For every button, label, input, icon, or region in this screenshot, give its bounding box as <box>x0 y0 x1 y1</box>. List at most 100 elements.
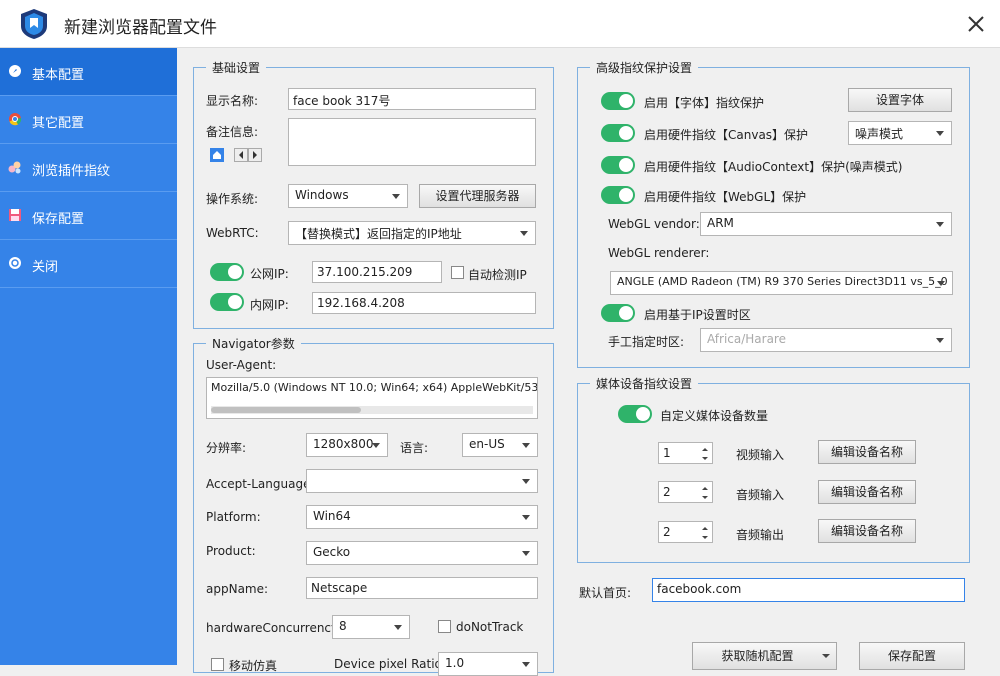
user-agent-input[interactable]: Mozilla/5.0 (Windows NT 10.0; Win64; x64… <box>206 377 538 419</box>
sidebar-item-label: 保存配置 <box>32 212 85 227</box>
scrollbar-thumb[interactable] <box>211 407 361 413</box>
group-legend: 媒体设备指纹设置 <box>590 375 699 392</box>
mobile-emulation-label: 移动仿真 <box>229 659 278 673</box>
do-not-track-checkbox[interactable] <box>438 620 451 633</box>
lan-ip-label: 内网IP: <box>250 298 289 312</box>
os-label: 操作系统: <box>206 192 259 206</box>
public-ip-toggle[interactable] <box>210 263 244 281</box>
audio-input-label: 音频输入 <box>736 488 785 502</box>
sidebar-item-plugin-fingerprint[interactable]: 浏览插件指纹 <box>0 144 177 192</box>
font-protection-label: 启用【字体】指纹保护 <box>644 96 765 110</box>
sidebar-item-label: 基本配置 <box>32 68 85 83</box>
audio-output-stepper[interactable]: 2 <box>658 521 713 543</box>
chevron-down-icon[interactable] <box>700 454 710 463</box>
hardware-concurrency-label: hardwareConcurrency: <box>206 621 342 635</box>
accept-language-select[interactable] <box>306 469 538 493</box>
display-name-label: 显示名称: <box>206 94 259 108</box>
language-select[interactable]: en-US <box>462 433 538 457</box>
navigator-group: Navigator参数 User-Agent: Mozilla/5.0 (Win… <box>193 335 554 676</box>
sidebar-item-label: 其它配置 <box>32 116 85 131</box>
audio-output-label: 音频输出 <box>736 528 785 542</box>
homepage-input[interactable]: facebook.com <box>652 578 965 602</box>
lan-ip-input[interactable]: 192.168.4.208 <box>312 292 536 314</box>
appname-label: appName: <box>206 582 269 596</box>
appname-input[interactable]: Netscape <box>306 577 538 599</box>
chevron-up-icon[interactable] <box>700 484 710 493</box>
save-config-button[interactable]: 保存配置 <box>859 642 965 670</box>
lan-ip-toggle[interactable] <box>210 293 244 311</box>
video-input-label: 视频输入 <box>736 448 785 462</box>
close-icon[interactable] <box>962 10 990 38</box>
sidebar-item-basic[interactable]: 基本配置 <box>0 48 177 96</box>
chrome-icon <box>9 113 22 126</box>
resolution-select[interactable]: 1280x800 <box>306 433 388 457</box>
product-label: Product: <box>206 544 256 558</box>
auto-detect-ip-label: 自动检测IP <box>468 268 527 282</box>
proxy-settings-button[interactable]: 设置代理服务器 <box>419 184 536 208</box>
auto-detect-ip-checkbox[interactable] <box>451 266 464 279</box>
webgl-renderer-label: WebGL renderer: <box>608 246 710 260</box>
sidebar-item-save[interactable]: 保存配置 <box>0 192 177 240</box>
product-select[interactable]: Gecko <box>306 541 538 565</box>
edit-video-input-button[interactable]: 编辑设备名称 <box>818 440 916 464</box>
public-ip-label: 公网IP: <box>250 267 289 281</box>
device-pixel-ratio-select[interactable]: 1.0 <box>438 652 538 676</box>
chevron-down-icon[interactable] <box>700 533 710 542</box>
device-pixel-ratio-label: Device pixel Ratio: <box>334 657 446 671</box>
display-name-input[interactable]: face book 317号 <box>288 88 536 110</box>
app-logo-icon <box>21 9 47 39</box>
scrollbar-track[interactable] <box>211 406 533 414</box>
audio-protection-toggle[interactable] <box>601 156 635 174</box>
puzzle-icon <box>8 161 21 174</box>
dropdown-arrow-icon[interactable] <box>822 652 830 660</box>
timezone-manual-select[interactable]: Africa/Harare <box>700 328 952 352</box>
group-legend: Navigator参数 <box>206 335 301 352</box>
canvas-protection-label: 启用硬件指纹【Canvas】保护 <box>644 128 809 142</box>
group-legend: 基础设置 <box>206 59 267 76</box>
save-icon <box>9 209 21 221</box>
accept-language-label: Accept-Language: <box>206 477 315 491</box>
sidebar-item-label: 关闭 <box>32 260 59 275</box>
random-config-button[interactable]: 获取随机配置 <box>692 642 837 670</box>
user-agent-label: User-Agent: <box>206 358 277 372</box>
basic-settings-group: 基础设置 显示名称: face book 317号 备注信息: 操作系统: Wi… <box>193 59 554 329</box>
hardware-concurrency-select[interactable]: 8 <box>332 615 410 639</box>
webrtc-select[interactable]: 【替换模式】返回指定的IP地址 <box>288 221 536 245</box>
webgl-renderer-select[interactable]: ANGLE (AMD Radeon (TM) R9 370 Series Dir… <box>610 271 953 295</box>
canvas-mode-select[interactable]: 噪声模式 <box>848 121 952 145</box>
timezone-ip-toggle[interactable] <box>601 304 635 322</box>
sidebar-item-label: 浏览插件指纹 <box>32 164 111 179</box>
os-select[interactable]: Windows <box>288 184 408 208</box>
stepper-value: 1 <box>663 446 671 460</box>
sidebar-item-other[interactable]: 其它配置 <box>0 96 177 144</box>
do-not-track-label: doNotTrack <box>456 620 524 634</box>
edit-audio-output-button[interactable]: 编辑设备名称 <box>818 519 916 543</box>
chevron-up-icon[interactable] <box>700 524 710 533</box>
edit-audio-input-button[interactable]: 编辑设备名称 <box>818 480 916 504</box>
audio-input-stepper[interactable]: 2 <box>658 481 713 503</box>
webgl-protection-toggle[interactable] <box>601 186 635 204</box>
timezone-ip-label: 启用基于IP设置时区 <box>644 308 751 322</box>
webgl-vendor-select[interactable]: ARM <box>700 212 952 236</box>
notes-label: 备注信息: <box>206 125 259 139</box>
webgl-vendor-label: WebGL vendor: <box>608 217 700 231</box>
public-ip-input[interactable]: 37.100.215.209 <box>312 261 442 283</box>
chevron-up-icon[interactable] <box>700 445 710 454</box>
chevron-down-icon[interactable] <box>700 493 710 502</box>
home-icon[interactable] <box>210 148 224 162</box>
resolution-label: 分辨率: <box>206 441 247 455</box>
custom-media-toggle[interactable] <box>618 405 652 423</box>
stepper-value: 2 <box>663 525 671 539</box>
arrow-left-icon[interactable] <box>234 148 248 162</box>
audio-protection-label: 启用硬件指纹【AudioContext】保护(噪声模式) <box>644 160 903 174</box>
notes-textarea[interactable] <box>288 118 536 166</box>
font-settings-button[interactable]: 设置字体 <box>848 88 952 112</box>
stepper-value: 2 <box>663 485 671 499</box>
font-protection-toggle[interactable] <box>601 92 635 110</box>
video-input-stepper[interactable]: 1 <box>658 442 713 464</box>
sidebar-item-close[interactable]: 关闭 <box>0 240 177 288</box>
advanced-fingerprint-group: 高级指纹保护设置 启用【字体】指纹保护 设置字体 启用硬件指纹【Canvas】保… <box>577 59 970 368</box>
canvas-protection-toggle[interactable] <box>601 124 635 142</box>
platform-select[interactable]: Win64 <box>306 505 538 529</box>
arrow-right-icon[interactable] <box>248 148 262 162</box>
